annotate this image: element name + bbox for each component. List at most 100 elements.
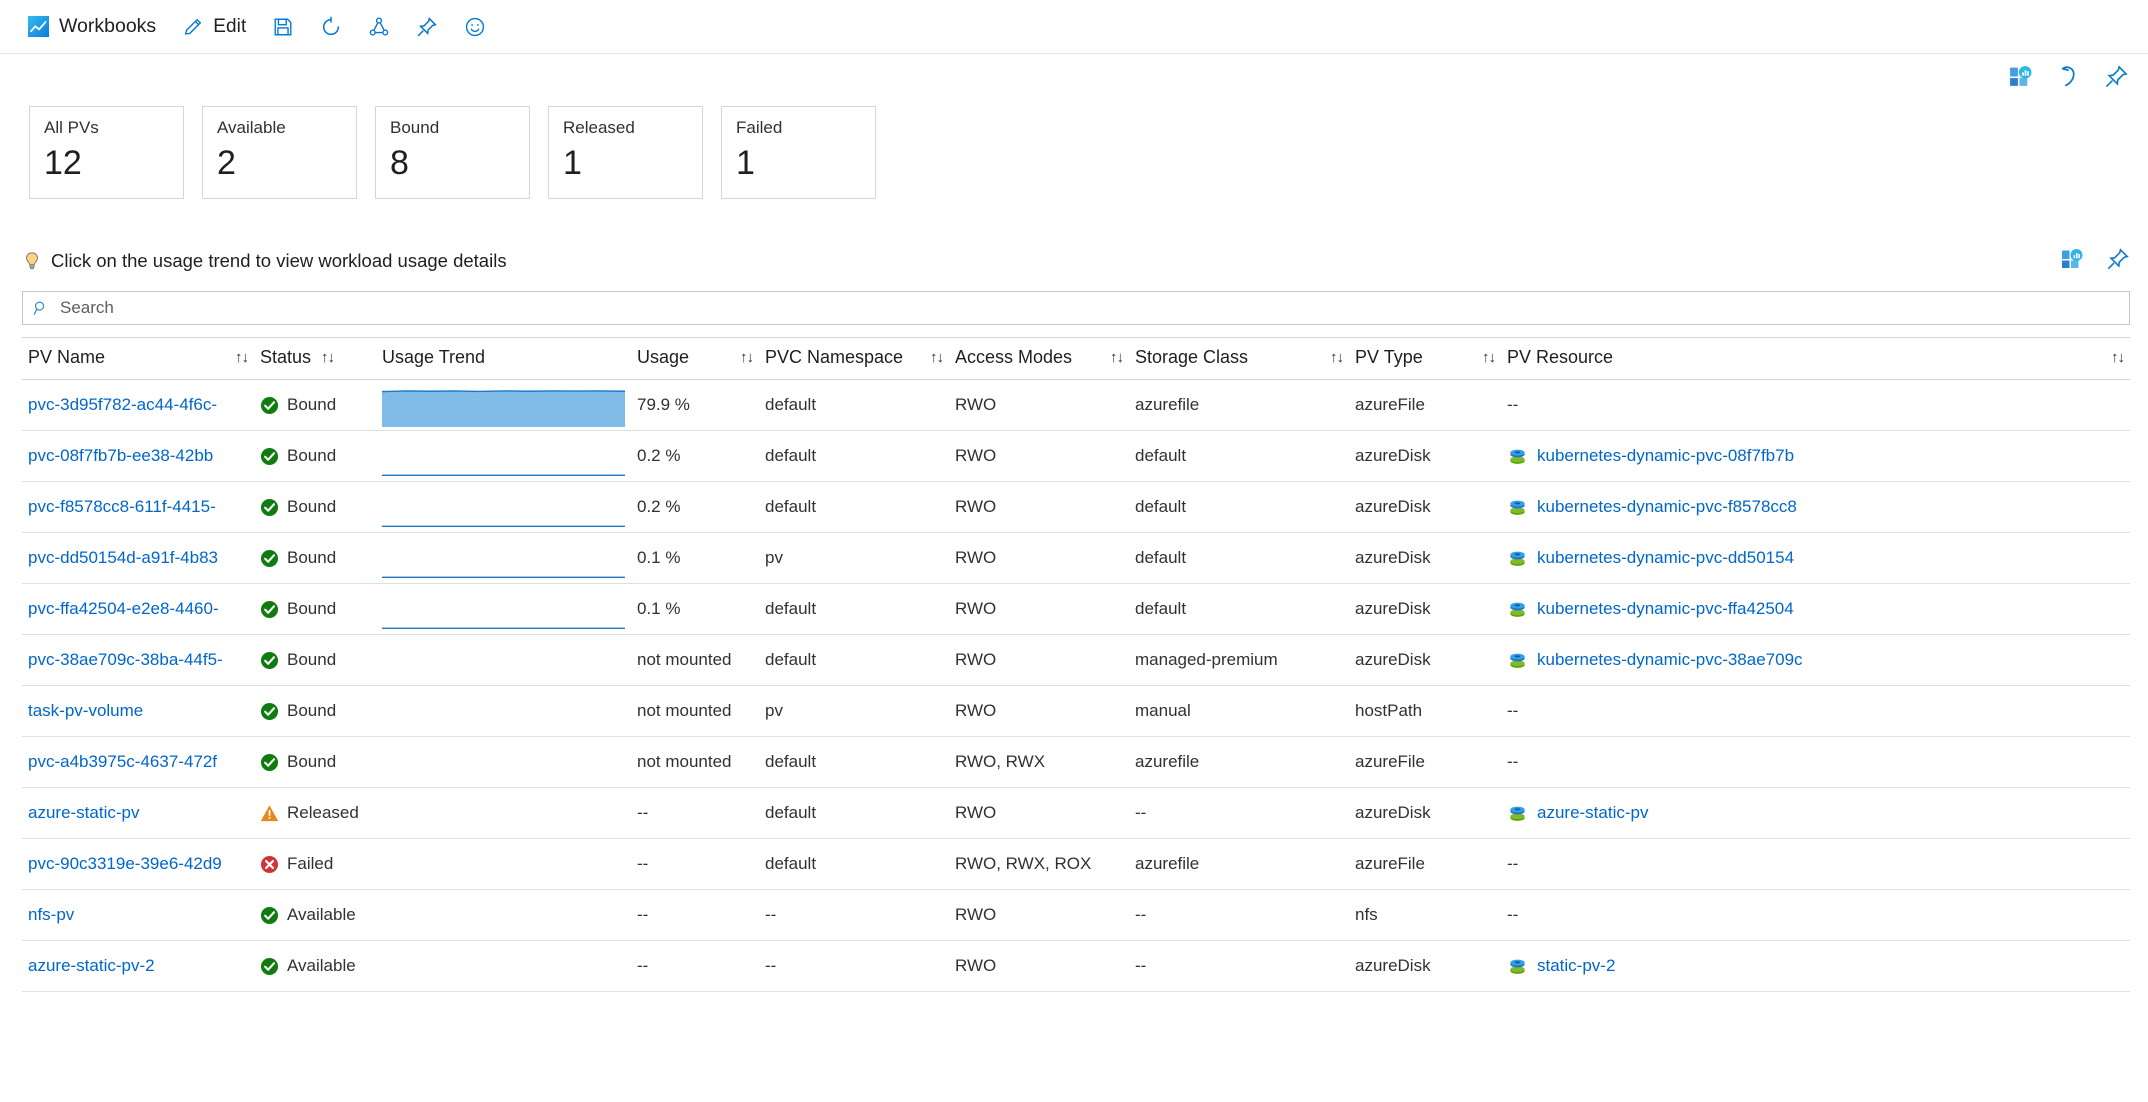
pv-name-link[interactable]: pvc-a4b3975c-4637-472f	[28, 752, 217, 771]
search-box[interactable]	[22, 291, 2130, 325]
cell-access-modes: RWO	[949, 379, 1129, 431]
cell-pv-name[interactable]: pvc-dd50154d-a91f-4b83	[22, 532, 254, 584]
workbooks-title: Workbooks	[59, 15, 157, 37]
tile-available[interactable]: Available 2	[202, 106, 357, 199]
cell-usage-trend[interactable]	[376, 430, 631, 482]
table-row[interactable]: task-pv-volume Bound not mounted pv RWO manua…	[22, 685, 2130, 737]
table-row[interactable]: pvc-3d95f782-ac44-4f6c- Bound 79.9 % defaul…	[22, 379, 2130, 431]
cell-pv-name[interactable]: task-pv-volume	[22, 685, 254, 737]
cell-pv-name[interactable]: azure-static-pv	[22, 787, 254, 839]
cell-pv-name[interactable]: azure-static-pv-2	[22, 940, 254, 992]
cell-usage-trend[interactable]	[376, 481, 631, 533]
pv-resource-link[interactable]: kubernetes-dynamic-pvc-dd50154	[1537, 548, 1794, 568]
table-row[interactable]: azure-static-pv-2 Available -- -- RWO -- azure…	[22, 940, 2130, 992]
table-row[interactable]: nfs-pv Available -- -- RWO -- nfs --	[22, 889, 2130, 941]
cell-usage-trend[interactable]	[376, 736, 631, 788]
table-row[interactable]: pvc-ffa42504-e2e8-4460- Bound 0.1 % default…	[22, 583, 2130, 635]
pv-name-link[interactable]: azure-static-pv-2	[28, 956, 155, 975]
cell-pv-name[interactable]: pvc-3d95f782-ac44-4f6c-	[22, 379, 254, 431]
col-header-pv-resource[interactable]: PV Resource ↑↓	[1501, 337, 2130, 380]
edit-button[interactable]: Edit	[169, 7, 259, 47]
pin-button[interactable]	[403, 7, 451, 47]
pv-name-link[interactable]: pvc-3d95f782-ac44-4f6c-	[28, 395, 217, 414]
pv-name-link[interactable]: pvc-ffa42504-e2e8-4460-	[28, 599, 219, 618]
col-header-access-modes[interactable]: Access Modes ↑↓	[949, 337, 1129, 380]
sort-icon[interactable]: ↑↓	[740, 349, 754, 366]
tile-bound[interactable]: Bound 8	[375, 106, 530, 199]
sort-icon[interactable]: ↑↓	[1110, 349, 1124, 366]
pv-name-link[interactable]: azure-static-pv	[28, 803, 139, 822]
status-label: Failed	[287, 854, 334, 873]
cell-pv-name[interactable]: pvc-a4b3975c-4637-472f	[22, 736, 254, 788]
add-to-dashboard-icon[interactable]	[2006, 62, 2034, 90]
table-row[interactable]: pvc-dd50154d-a91f-4b83 Bound 0.1 % pv RWO def…	[22, 532, 2130, 584]
pv-resource-link[interactable]: kubernetes-dynamic-pvc-ffa42504	[1537, 599, 1794, 619]
col-header-pv-name[interactable]: PV Name ↑↓	[22, 337, 254, 380]
pv-name-link[interactable]: task-pv-volume	[28, 701, 143, 720]
col-header-storage-class[interactable]: Storage Class ↑↓	[1129, 337, 1349, 380]
cell-usage-trend[interactable]	[376, 583, 631, 635]
table-row[interactable]: azure-static-pv Released -- default RWO -- azu…	[22, 787, 2130, 839]
col-header-pvc-namespace[interactable]: PVC Namespace ↑↓	[759, 337, 949, 380]
pv-name-link[interactable]: pvc-38ae709c-38ba-44f5-	[28, 650, 223, 669]
usage-trend-chart[interactable]	[382, 434, 625, 478]
sort-icon[interactable]: ↑↓	[930, 349, 944, 366]
tile-all-pvs[interactable]: All PVs 12	[29, 106, 184, 199]
usage-trend-chart[interactable]	[382, 485, 625, 529]
pv-name-link[interactable]: pvc-90c3319e-39e6-42d9	[28, 854, 222, 873]
cell-pv-name[interactable]: pvc-f8578cc8-611f-4415-	[22, 481, 254, 533]
cell-usage-trend[interactable]	[376, 379, 631, 431]
usage-trend-chart[interactable]	[382, 587, 625, 631]
cell-pv-name[interactable]: pvc-90c3319e-39e6-42d9	[22, 838, 254, 890]
pv-name-link[interactable]: pvc-dd50154d-a91f-4b83	[28, 548, 218, 567]
pv-name-link[interactable]: nfs-pv	[28, 905, 74, 924]
col-header-usage-trend[interactable]: Usage Trend	[376, 337, 631, 380]
pv-resource-link[interactable]: static-pv-2	[1537, 956, 1615, 976]
tile-failed[interactable]: Failed 1	[721, 106, 876, 199]
save-button[interactable]	[259, 7, 307, 47]
cell-pv-name[interactable]: pvc-ffa42504-e2e8-4460-	[22, 583, 254, 635]
sort-icon[interactable]: ↑↓	[2111, 349, 2125, 366]
add-to-dashboard-icon[interactable]	[2060, 247, 2084, 276]
refresh-button[interactable]	[307, 7, 355, 47]
cell-usage-trend[interactable]	[376, 838, 631, 890]
usage-trend-chart[interactable]	[382, 383, 625, 427]
cell-pv-name[interactable]: nfs-pv	[22, 889, 254, 941]
share-button[interactable]	[355, 7, 403, 47]
cell-usage-trend[interactable]	[376, 940, 631, 992]
col-header-usage[interactable]: Usage ↑↓	[631, 337, 759, 380]
pv-resource-link[interactable]: azure-static-pv	[1537, 803, 1648, 823]
workbooks-title-button[interactable]: Workbooks	[14, 7, 169, 47]
cell-pv-name[interactable]: pvc-08f7fb7b-ee38-42bb	[22, 430, 254, 482]
table-row[interactable]: pvc-a4b3975c-4637-472f Bound not mounted de…	[22, 736, 2130, 788]
cell-usage-trend[interactable]	[376, 634, 631, 686]
sort-icon[interactable]: ↑↓	[1330, 349, 1344, 366]
pv-name-link[interactable]: pvc-08f7fb7b-ee38-42bb	[28, 446, 213, 465]
pin-icon[interactable]	[2102, 62, 2130, 90]
reset-undo-icon[interactable]	[2054, 62, 2082, 90]
usage-trend-chart[interactable]	[382, 536, 625, 580]
cell-usage-trend[interactable]	[376, 787, 631, 839]
cell-usage-trend[interactable]	[376, 889, 631, 941]
cell-usage-trend[interactable]	[376, 685, 631, 737]
table-row[interactable]: pvc-38ae709c-38ba-44f5- Bound not mounted d…	[22, 634, 2130, 686]
sort-icon[interactable]: ↑↓	[1482, 349, 1496, 366]
pv-resource-link[interactable]: kubernetes-dynamic-pvc-38ae709c	[1537, 650, 1803, 670]
sort-icon[interactable]: ↑↓	[321, 349, 335, 366]
table-row[interactable]: pvc-08f7fb7b-ee38-42bb Bound 0.2 % default R…	[22, 430, 2130, 482]
cell-pv-name[interactable]: pvc-38ae709c-38ba-44f5-	[22, 634, 254, 686]
tile-released[interactable]: Released 1	[548, 106, 703, 199]
cell-usage: --	[631, 838, 759, 890]
pv-resource-link[interactable]: kubernetes-dynamic-pvc-08f7fb7b	[1537, 446, 1794, 466]
feedback-button[interactable]	[451, 7, 499, 47]
sort-icon[interactable]: ↑↓	[235, 349, 249, 366]
col-header-status[interactable]: Status ↑↓	[254, 337, 376, 380]
pv-name-link[interactable]: pvc-f8578cc8-611f-4415-	[28, 497, 216, 516]
table-row[interactable]: pvc-f8578cc8-611f-4415- Bound 0.2 % default…	[22, 481, 2130, 533]
search-input[interactable]	[58, 297, 2119, 319]
table-row[interactable]: pvc-90c3319e-39e6-42d9 Failed -- default RWO…	[22, 838, 2130, 890]
col-header-pv-type[interactable]: PV Type ↑↓	[1349, 337, 1501, 380]
pin-icon[interactable]	[2106, 247, 2130, 276]
pv-resource-link[interactable]: kubernetes-dynamic-pvc-f8578cc8	[1537, 497, 1797, 517]
cell-usage-trend[interactable]	[376, 532, 631, 584]
